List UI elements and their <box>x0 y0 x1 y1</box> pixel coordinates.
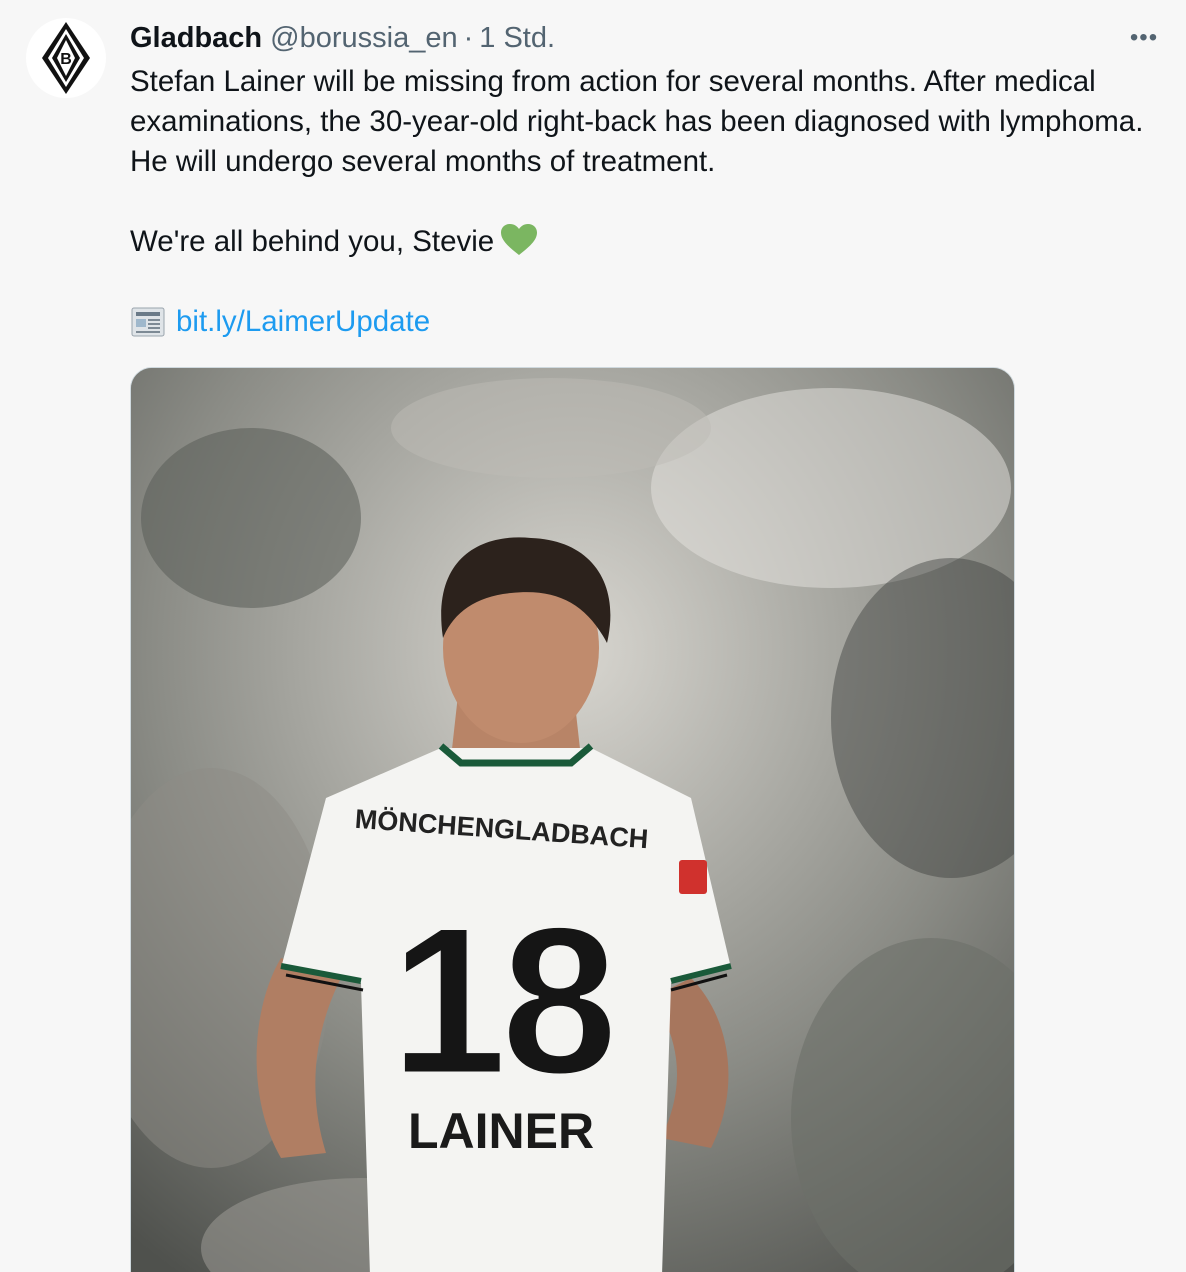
media-photo[interactable]: MÖNCHENGLADBACH 18 LAINER <box>130 367 1015 1272</box>
tweet-paragraph-2: We're all behind you, Stevie <box>130 222 1160 262</box>
newspaper-icon <box>131 307 165 337</box>
avatar[interactable]: B <box>26 18 106 98</box>
tweet-header: Gladbach @borussia_en · 1 Std. <box>130 18 555 58</box>
tweet[interactable]: B Gladbach @borussia_en · 1 Std. ••• Ste… <box>0 0 1186 1272</box>
separator-dot: · <box>463 21 474 54</box>
timestamp[interactable]: 1 Std. <box>479 22 555 55</box>
tweet-paragraph-2-text: We're all behind you, Stevie <box>130 225 495 258</box>
svg-text:B: B <box>60 51 72 68</box>
borussia-crest-icon: B <box>42 22 90 94</box>
tweet-paragraph-1: Stefan Lainer will be missing from actio… <box>130 65 1144 178</box>
jersey-name-text: LAINER <box>408 1103 594 1159</box>
more-options-button[interactable]: ••• <box>1126 24 1162 52</box>
tweet-text: Stefan Lainer will be missing from actio… <box>130 62 1160 342</box>
player-photo: MÖNCHENGLADBACH 18 LAINER <box>131 368 1014 1272</box>
league-badge-icon <box>679 860 707 894</box>
jersey-number-text: 18 <box>390 883 612 1118</box>
user-handle[interactable]: @borussia_en <box>270 22 457 55</box>
green-heart-icon <box>501 224 538 255</box>
display-name[interactable]: Gladbach <box>130 22 262 55</box>
link-line: bit.ly/LaimerUpdate <box>130 302 1160 342</box>
tweet-link[interactable]: bit.ly/LaimerUpdate <box>176 302 430 342</box>
more-dots-icon: ••• <box>1129 24 1159 51</box>
